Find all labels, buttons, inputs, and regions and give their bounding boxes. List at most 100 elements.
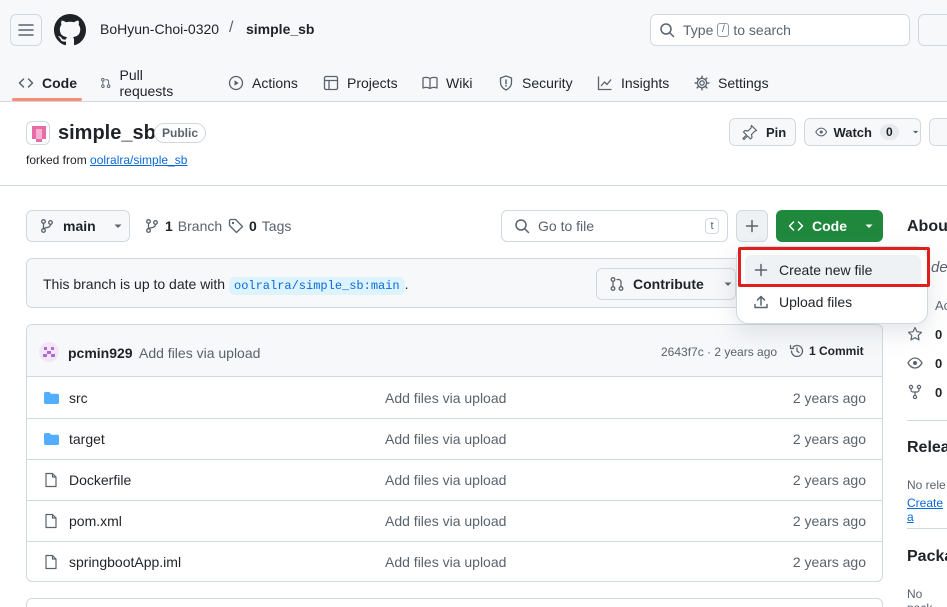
breadcrumb-repo[interactable]: simple_sb [246,21,314,37]
add-file-button[interactable] [736,210,768,242]
table-row[interactable]: springbootApp.iml Add files via upload 2… [27,542,882,581]
table-row[interactable]: Dockerfile Add files via upload 2 years … [27,460,882,501]
branches-link[interactable]: 1 Branch [144,218,222,234]
table-row[interactable]: target Add files via upload 2 years ago [27,419,882,460]
breadcrumb-owner[interactable]: BoHyun-Choi-0320 [100,21,219,37]
pin-label: Pin [766,124,787,140]
tab-label: Security [522,75,573,91]
tab-pull-requests[interactable]: Pull requests [100,64,178,102]
file-name[interactable]: springbootApp.iml [69,554,181,570]
upload-files-label: Upload files [779,294,853,310]
file-age: 2 years ago [792,554,866,570]
branch-word: Branch [177,218,223,234]
forked-source-link[interactable]: oolralra/simple_sb [90,153,187,167]
file-commit-message[interactable]: Add files via upload [385,431,506,447]
search-shortcut-key: / [717,23,730,37]
upload-files-item[interactable]: Upload files [745,287,921,317]
commit-count: 1 Commit [809,344,864,358]
hamburger-icon [18,24,34,36]
file-age: 2 years ago [792,472,866,488]
readme-box [26,598,883,607]
repo-title[interactable]: simple_sb [58,122,156,145]
watch-button[interactable]: Watch 0 [804,118,921,146]
forked-from-text: forked from oolralra/simple_sb [26,153,187,167]
graph-icon [597,76,612,91]
file-name[interactable]: pom.xml [69,513,122,529]
tags-link[interactable]: 0 Tags [228,218,291,234]
code-icon [788,221,804,231]
tab-insights[interactable]: Insights [597,64,669,102]
contribute-button[interactable]: Contribute [596,268,736,300]
packages-heading[interactable]: Packa [907,548,947,566]
commit-hash-age[interactable]: 2643f7c · 2 years ago [661,345,777,359]
tab-label: Actions [252,75,298,91]
tab-security[interactable]: Security [498,64,573,102]
search-placeholder-end: to search [733,22,791,38]
about-description: de [931,259,947,276]
table-row[interactable]: src Add files via upload 2 years ago [27,378,882,419]
file-age: 2 years ago [792,431,866,447]
chevron-down-icon [724,282,732,286]
tab-label: Projects [347,75,398,91]
commit-history-link[interactable]: 1 Commit [789,343,864,359]
menu-button[interactable] [10,14,42,46]
tab-settings[interactable]: Settings [694,64,769,102]
tab-projects[interactable]: Projects [323,64,398,102]
file-commit-message[interactable]: Add files via upload [385,390,506,406]
no-packages-text: No pack [907,587,932,607]
watch-count: 0 [879,124,899,140]
branch-selector[interactable]: main [26,210,130,242]
commit-author[interactable]: pcmin929 [68,345,133,361]
commit-message[interactable]: Add files via upload [139,345,260,361]
tab-wiki[interactable]: Wiki [422,64,472,102]
search-icon [660,23,675,38]
releases-heading[interactable]: Relea [907,439,947,457]
upstream-ref[interactable]: oolralra/simple_sb:main [229,277,405,295]
file-table: pcmin929 Add files via upload 2643f7c · … [26,324,883,582]
file-age: 2 years ago [792,513,866,529]
activity-label: Ac [935,297,947,313]
go-to-file-placeholder: Go to file [538,218,595,234]
forks-count: 0 [935,384,943,400]
history-icon [789,344,804,358]
avatar[interactable] [39,342,59,362]
github-logo-icon[interactable] [54,14,86,46]
fork-icon [908,384,922,400]
file-commit-message[interactable]: Add files via upload [385,554,506,570]
folder-icon [44,433,59,445]
copilot-button[interactable] [918,14,947,46]
forked-from-label: forked from [26,153,87,167]
branch-count: 1 [165,218,173,234]
search-input[interactable]: Type / to search [650,14,910,46]
fork-button[interactable] [929,118,947,146]
forks-link[interactable]: 0 [907,384,942,400]
repo-owner-avatar[interactable] [26,121,50,145]
file-icon [45,513,57,529]
stars-count: 0 [935,326,943,342]
tab-code[interactable]: Code [18,64,77,102]
active-tab-indicator [12,98,82,101]
chevron-down-icon [912,130,919,134]
file-icon [45,554,57,570]
file-name[interactable]: target [69,431,105,447]
pin-icon [742,124,758,140]
search-placeholder-start: Type [683,22,714,38]
file-name[interactable]: Dockerfile [69,472,131,488]
file-commit-message[interactable]: Add files via upload [385,513,506,529]
create-release-link[interactable]: Create a [907,496,947,524]
no-releases-text: No rele [907,478,946,492]
table-row[interactable]: pom.xml Add files via upload 2 years ago [27,501,882,542]
file-commit-message[interactable]: Add files via upload [385,472,506,488]
tag-count: 0 [249,218,257,234]
stars-link[interactable]: 0 [907,326,942,342]
go-to-file-input[interactable]: Go to file t [501,210,728,242]
watchers-link[interactable]: 0 [907,355,942,371]
code-button[interactable]: Code [776,210,883,242]
contribute-label: Contribute [633,276,704,292]
branch-icon [146,219,158,233]
about-heading: Abou [907,218,947,235]
file-name[interactable]: src [69,390,88,406]
tab-actions[interactable]: Actions [228,64,298,102]
plus-icon [745,219,759,233]
pin-button[interactable]: Pin [729,118,796,146]
